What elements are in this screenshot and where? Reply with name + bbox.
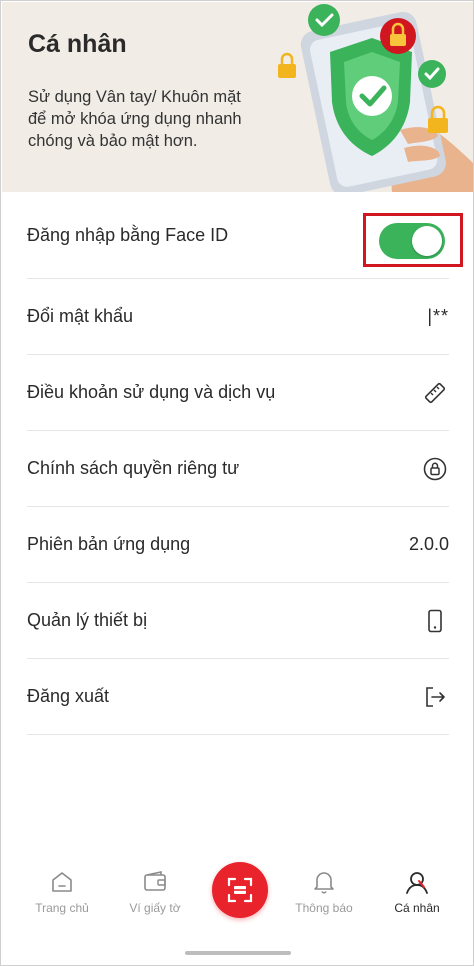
bell-icon [314,872,334,894]
settings-row-terms[interactable]: Điều khoản sử dụng và dịch vụ [27,355,449,431]
settings-row-label: Chính sách quyền riêng tư [27,458,240,478]
wallet-icon [144,871,166,891]
face-id-toggle[interactable] [379,223,445,259]
logout-icon [421,683,449,711]
settings-row-face-id[interactable]: Đăng nhập bằng Face ID [27,193,463,279]
profile-header: Cá nhân Sử dụng Vân tay/ Khuôn mặt để mở… [2,2,473,192]
bottom-navigation: Trang chủ Ví giấy tờ Thông báo Cá nhân [2,857,473,937]
nav-item-home[interactable]: Trang chủ [17,869,107,915]
nav-label: Trang chủ [35,901,89,915]
scan-icon [227,877,253,903]
settings-row-app-version: Phiên bản ứng dụng 2.0.0 [27,507,449,583]
header-subtitle: Sử dụng Vân tay/ Khuôn mặt để mở khóa ứn… [28,88,242,150]
settings-row-label: Đổi mật khẩu [27,306,134,326]
nav-label: Ví giấy tờ [129,901,181,915]
nav-item-profile[interactable]: Cá nhân [372,869,462,915]
nav-item-notifications[interactable]: Thông báo [279,869,369,915]
settings-row-label: Đăng nhập bằng Face ID [27,225,229,245]
profile-icon [406,872,428,894]
settings-row-label: Đăng xuất [27,686,110,706]
home-indicator [185,951,291,955]
home-icon [52,872,72,892]
settings-row-logout[interactable]: Đăng xuất [27,659,449,735]
password-icon: |** [427,306,449,326]
security-illustration [278,4,473,192]
settings-list: Đăng nhập bằng Face ID Đổi mật khẩu |** … [1,193,473,735]
phone-icon [421,607,449,635]
scan-button[interactable] [212,862,268,918]
ruler-icon [421,379,449,407]
nav-item-wallet[interactable]: Ví giấy tờ [110,869,200,915]
settings-row-label: Điều khoản sử dụng và dịch vụ [27,382,276,402]
nav-label: Thông báo [295,901,353,915]
privacy-lock-icon [421,455,449,483]
app-version-value: 2.0.0 [408,534,449,554]
settings-row-privacy[interactable]: Chính sách quyền riêng tư [27,431,449,507]
settings-row-label: Phiên bản ứng dụng [27,534,191,554]
settings-row-device-management[interactable]: Quản lý thiết bị [27,583,449,659]
nav-label: Cá nhân [394,901,440,915]
settings-row-label: Quản lý thiết bị [27,610,148,630]
toggle-knob [412,226,442,256]
page-title: Cá nhân [28,30,127,58]
settings-row-change-password[interactable]: Đổi mật khẩu |** [27,279,449,355]
app-screen: Cá nhân Sử dụng Vân tay/ Khuôn mặt để mở… [0,0,474,966]
